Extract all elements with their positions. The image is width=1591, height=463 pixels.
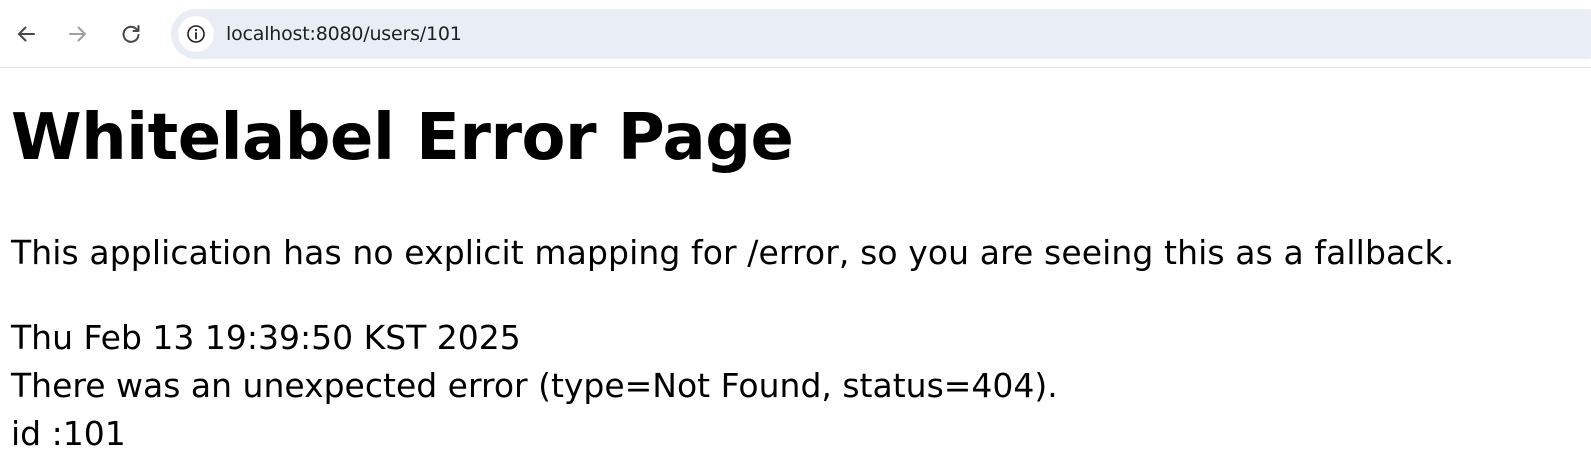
page-title: Whitelabel Error Page bbox=[11, 101, 794, 175]
reload-button[interactable] bbox=[114, 17, 148, 51]
error-details: Thu Feb 13 19:39:50 KST 2025 There was a… bbox=[11, 314, 1058, 458]
site-info-button[interactable] bbox=[178, 16, 214, 52]
error-detail: id :101 bbox=[11, 414, 126, 453]
error-message: There was an unexpected error (type=Not … bbox=[11, 366, 1058, 405]
back-button[interactable] bbox=[9, 17, 43, 51]
reload-icon bbox=[122, 25, 140, 43]
forward-button[interactable] bbox=[61, 17, 95, 51]
arrow-left-icon bbox=[18, 26, 35, 42]
address-bar[interactable]: localhost:8080/users/101 bbox=[171, 9, 1591, 59]
error-timestamp: Thu Feb 13 19:39:50 KST 2025 bbox=[11, 318, 521, 357]
info-icon bbox=[187, 25, 205, 43]
browser-toolbar: localhost:8080/users/101 bbox=[0, 0, 1591, 68]
url-text[interactable]: localhost:8080/users/101 bbox=[226, 21, 462, 47]
error-description: This application has no explicit mapping… bbox=[11, 233, 1455, 272]
arrow-right-icon bbox=[69, 26, 86, 42]
